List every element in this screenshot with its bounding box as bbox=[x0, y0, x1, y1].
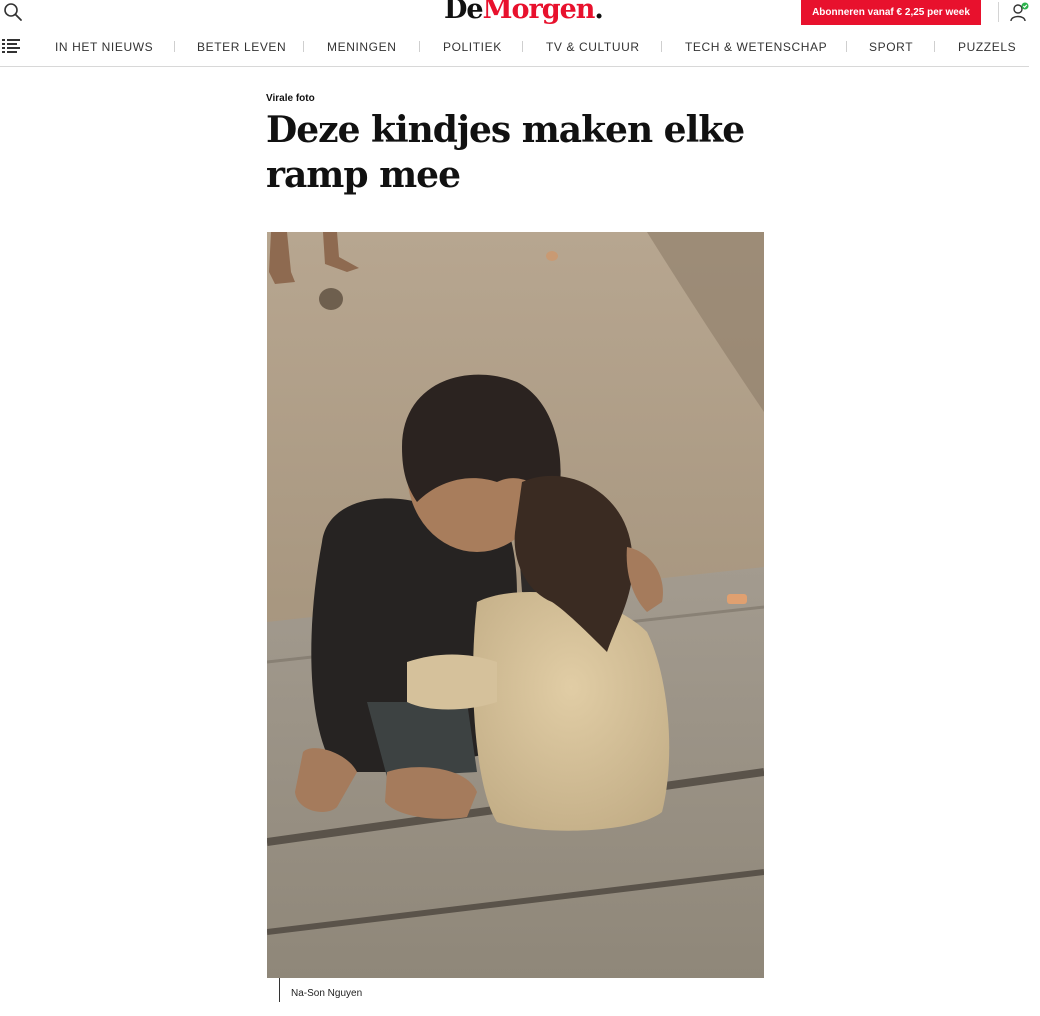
subscribe-button[interactable]: Abonneren vanaf € 2,25 per week bbox=[801, 0, 981, 25]
photo-credit-bar bbox=[279, 978, 280, 1002]
article-kicker: Virale foto bbox=[266, 93, 315, 104]
nav-separator bbox=[661, 41, 662, 52]
nav-item-tv-cultuur[interactable]: TV & CULTUUR bbox=[546, 40, 640, 54]
article-photo bbox=[267, 232, 764, 978]
nav-item-tech-wetenschap[interactable]: TECH & WETENSCHAP bbox=[685, 40, 827, 54]
nav-item-meningen[interactable]: MENINGEN bbox=[327, 40, 396, 54]
logo-de: De bbox=[444, 0, 484, 25]
account-icon bbox=[1010, 2, 1029, 22]
photo-credit: Na-Son Nguyen bbox=[291, 988, 363, 999]
nav-item-politiek[interactable]: POLITIEK bbox=[443, 40, 502, 54]
article-headline: Deze kindjes maken elke ramp mee bbox=[266, 109, 745, 196]
account-button[interactable] bbox=[1009, 2, 1031, 22]
menu-button[interactable] bbox=[2, 39, 20, 53]
list-menu-icon bbox=[2, 39, 20, 53]
main-nav: IN HET NIEUWS BETER LEVEN MENINGEN POLIT… bbox=[0, 36, 1029, 67]
nav-separator bbox=[522, 41, 523, 52]
nav-item-beter-leven[interactable]: BETER LEVEN bbox=[197, 40, 286, 54]
nav-item-in-het-nieuws[interactable]: IN HET NIEUWS bbox=[55, 40, 153, 54]
nav-item-puzzels[interactable]: PUZZELS bbox=[958, 40, 1016, 54]
nav-separator bbox=[419, 41, 420, 52]
site-logo[interactable]: De Morgen. bbox=[444, 0, 604, 26]
logo-morgen: Morgen bbox=[482, 0, 596, 25]
search-button[interactable] bbox=[3, 2, 23, 22]
search-icon bbox=[4, 3, 22, 21]
nav-item-sport[interactable]: SPORT bbox=[869, 40, 913, 54]
nav-separator bbox=[303, 41, 304, 52]
article-photo-illustration bbox=[267, 232, 764, 978]
header-divider bbox=[998, 2, 999, 22]
nav-separator bbox=[846, 41, 847, 52]
logo-dot: . bbox=[594, 0, 603, 25]
nav-separator bbox=[174, 41, 175, 52]
nav-separator bbox=[934, 41, 935, 52]
